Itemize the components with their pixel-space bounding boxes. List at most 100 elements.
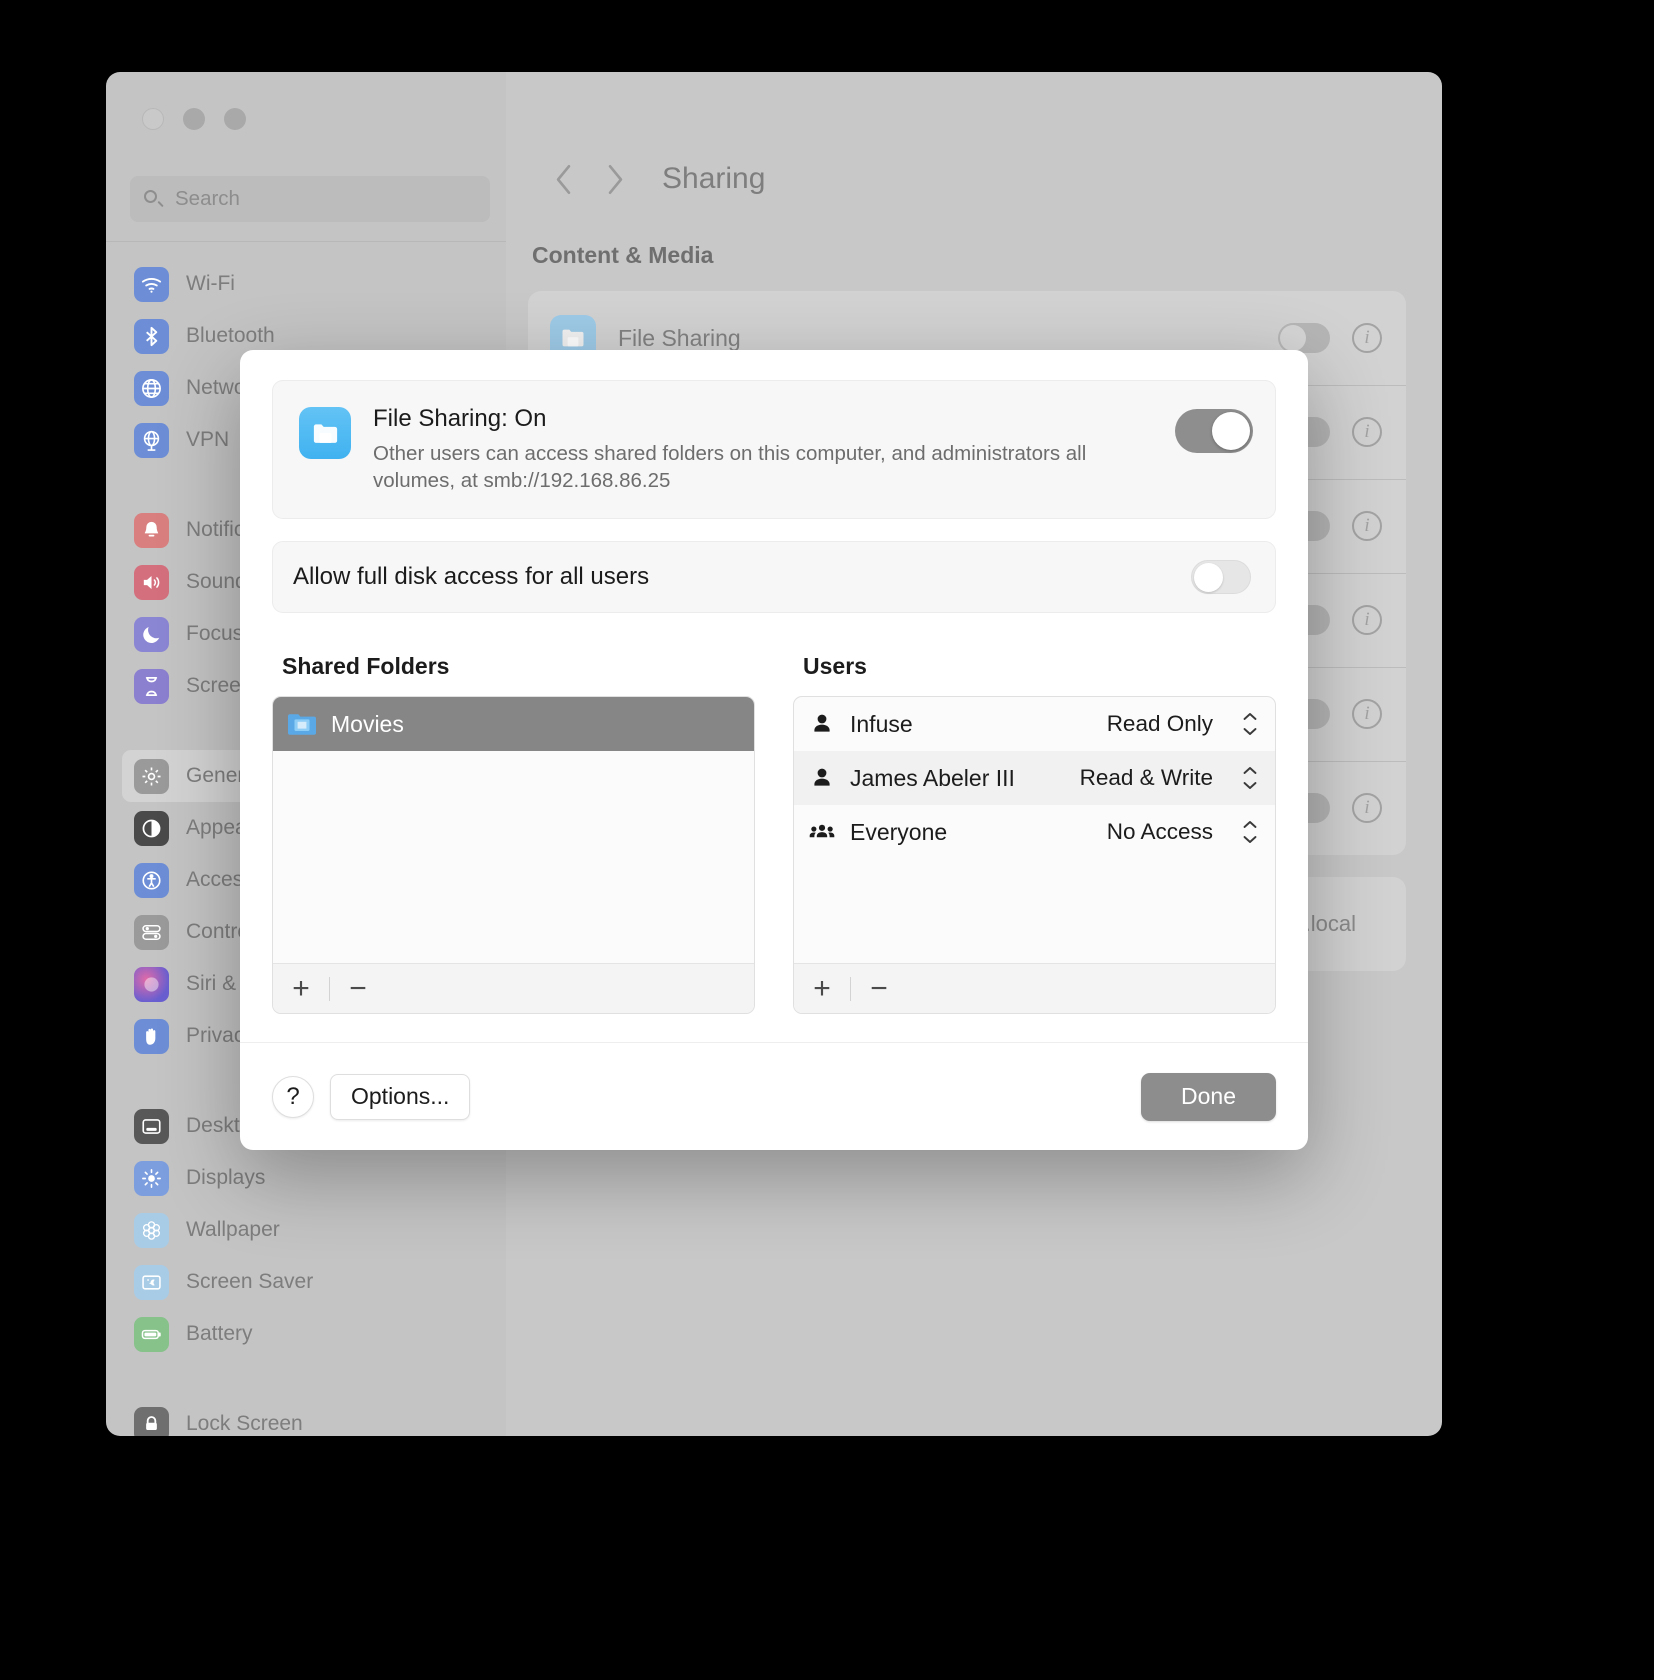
- sidebar-item-lock-screen[interactable]: Lock Screen: [122, 1398, 490, 1436]
- sidebar-item-displays[interactable]: Displays: [122, 1152, 490, 1204]
- file-sharing-dialog: File Sharing: On Other users can access …: [240, 350, 1308, 1150]
- siri-icon: [134, 967, 169, 1002]
- battery-icon: [134, 1317, 169, 1352]
- users-items: Infuse Read Only: [794, 697, 1275, 963]
- add-user-button[interactable]: +: [794, 964, 850, 1013]
- desktop-background: Search Wi-Fi: [0, 0, 1654, 1680]
- sidebar-item-label: Lock Screen: [186, 1412, 303, 1436]
- sidebar-item-label: VPN: [186, 428, 229, 452]
- screen-saver-icon: [134, 1265, 169, 1300]
- user-name: Everyone: [850, 819, 1093, 846]
- permission-stepper[interactable]: [1239, 761, 1261, 795]
- list-item[interactable]: Infuse Read Only: [794, 697, 1275, 751]
- remove-user-button[interactable]: −: [851, 964, 907, 1013]
- shared-folders-footer: + −: [273, 963, 754, 1013]
- sidebar-item-screen-saver[interactable]: Screen Saver: [122, 1256, 490, 1308]
- minimize-button[interactable]: [183, 108, 205, 130]
- sidebar-item-wallpaper[interactable]: Wallpaper: [122, 1204, 490, 1256]
- window-traffic-lights: [142, 108, 246, 130]
- users-listbox[interactable]: Infuse Read Only: [793, 696, 1276, 1014]
- hand-icon: [134, 1019, 169, 1054]
- info-icon[interactable]: i: [1352, 323, 1382, 353]
- search-field-wrapper[interactable]: Search: [130, 176, 490, 222]
- chevron-right-icon[interactable]: [594, 158, 636, 200]
- hourglass-icon: [134, 669, 169, 704]
- remove-folder-button[interactable]: −: [330, 964, 386, 1013]
- person-icon: [808, 710, 836, 738]
- permission-stepper[interactable]: [1239, 815, 1261, 849]
- full-disk-access-toggle[interactable]: [1191, 560, 1251, 594]
- person-icon: [808, 764, 836, 792]
- add-folder-button[interactable]: +: [273, 964, 329, 1013]
- group-icon: [808, 818, 836, 846]
- bluetooth-icon: [134, 319, 169, 354]
- help-button[interactable]: ?: [272, 1076, 314, 1118]
- speaker-icon: [134, 565, 169, 600]
- accessibility-icon: [134, 863, 169, 898]
- dialog-body: File Sharing: On Other users can access …: [240, 350, 1308, 1042]
- sidebar-divider: [106, 241, 506, 242]
- service-label: File Sharing: [618, 325, 1278, 352]
- search-icon: [144, 190, 163, 209]
- sidebar-item-battery[interactable]: Battery: [122, 1308, 490, 1360]
- search-placeholder: Search: [175, 187, 240, 211]
- desktop-dock-icon: [134, 1109, 169, 1144]
- done-button[interactable]: Done: [1141, 1073, 1276, 1121]
- info-icon[interactable]: i: [1352, 605, 1382, 635]
- full-disk-access-row[interactable]: Allow full disk access for all users: [272, 541, 1276, 613]
- chevron-left-icon[interactable]: [542, 158, 584, 200]
- banner-subtitle: Other users can access shared folders on…: [373, 440, 1153, 494]
- file-sharing-icon: [299, 407, 351, 459]
- users-title: Users: [803, 653, 1276, 680]
- movies-folder-icon: [287, 711, 317, 737]
- user-permission-value[interactable]: Read Only: [1107, 711, 1213, 737]
- service-toggle[interactable]: [1278, 323, 1330, 353]
- info-icon[interactable]: i: [1352, 699, 1382, 729]
- gear-icon: [134, 759, 169, 794]
- list-item[interactable]: Everyone No Access: [794, 805, 1275, 859]
- zoom-button[interactable]: [224, 108, 246, 130]
- options-button[interactable]: Options...: [330, 1074, 470, 1120]
- bell-icon: [134, 513, 169, 548]
- users-column: Users Infuse Read Only: [793, 653, 1276, 1014]
- search-input[interactable]: Search: [130, 176, 490, 222]
- sidebar-gap: [106, 1366, 506, 1392]
- banner-title: File Sharing: On: [373, 405, 1153, 433]
- permission-stepper[interactable]: [1239, 707, 1261, 741]
- sidebar-group-security: Lock Screen Touch ID & Password: [106, 1392, 506, 1436]
- close-button[interactable]: [142, 108, 164, 130]
- users-footer: + −: [794, 963, 1275, 1013]
- user-permission-value[interactable]: No Access: [1107, 819, 1213, 845]
- control-center-icon: [134, 915, 169, 950]
- sidebar-item-label: Battery: [186, 1322, 253, 1346]
- file-sharing-main-toggle[interactable]: [1175, 409, 1253, 453]
- full-disk-access-label: Allow full disk access for all users: [293, 563, 649, 591]
- info-icon[interactable]: i: [1352, 793, 1382, 823]
- folder-name: Movies: [331, 711, 740, 738]
- content-toolbar: Sharing: [506, 72, 1442, 200]
- appearance-icon: [134, 811, 169, 846]
- shared-folders-column: Shared Folders Movies +: [272, 653, 755, 1014]
- sidebar-item-label: Displays: [186, 1166, 265, 1190]
- shared-folders-title: Shared Folders: [282, 653, 755, 680]
- info-icon[interactable]: i: [1352, 417, 1382, 447]
- list-item[interactable]: Movies: [273, 697, 754, 751]
- sidebar-item-label: Focus: [186, 622, 243, 646]
- globe-icon: [134, 371, 169, 406]
- shared-folders-listbox[interactable]: Movies + −: [272, 696, 755, 1014]
- user-name: James Abeler III: [850, 765, 1066, 792]
- shared-folders-items: Movies: [273, 697, 754, 963]
- list-item[interactable]: James Abeler III Read & Write: [794, 751, 1275, 805]
- sidebar-item-wifi[interactable]: Wi-Fi: [122, 258, 490, 310]
- user-name: Infuse: [850, 711, 1093, 738]
- display-brightness-icon: [134, 1161, 169, 1196]
- sidebar-item-label: Wi-Fi: [186, 272, 235, 296]
- wifi-icon: [134, 267, 169, 302]
- lock-icon: [134, 1407, 169, 1437]
- vpn-globe-icon: [134, 423, 169, 458]
- folders-and-users-columns: Shared Folders Movies +: [272, 653, 1276, 1014]
- section-header: Content & Media: [532, 242, 1442, 269]
- user-permission-value[interactable]: Read & Write: [1080, 765, 1213, 791]
- sidebar-item-label: Screen Saver: [186, 1270, 313, 1294]
- info-icon[interactable]: i: [1352, 511, 1382, 541]
